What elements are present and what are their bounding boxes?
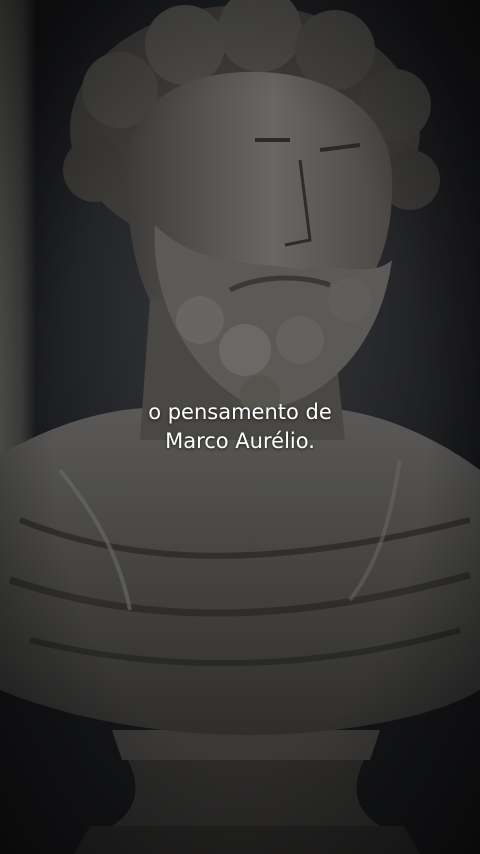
caption-line-1: o pensamento de: [148, 400, 332, 424]
drapery: [0, 407, 480, 735]
background: o pensamento de Marco Aurélio.: [0, 0, 480, 854]
pedestal: [74, 730, 420, 854]
caption-line-2: Marco Aurélio.: [165, 429, 315, 453]
caption: o pensamento de Marco Aurélio.: [0, 398, 480, 456]
